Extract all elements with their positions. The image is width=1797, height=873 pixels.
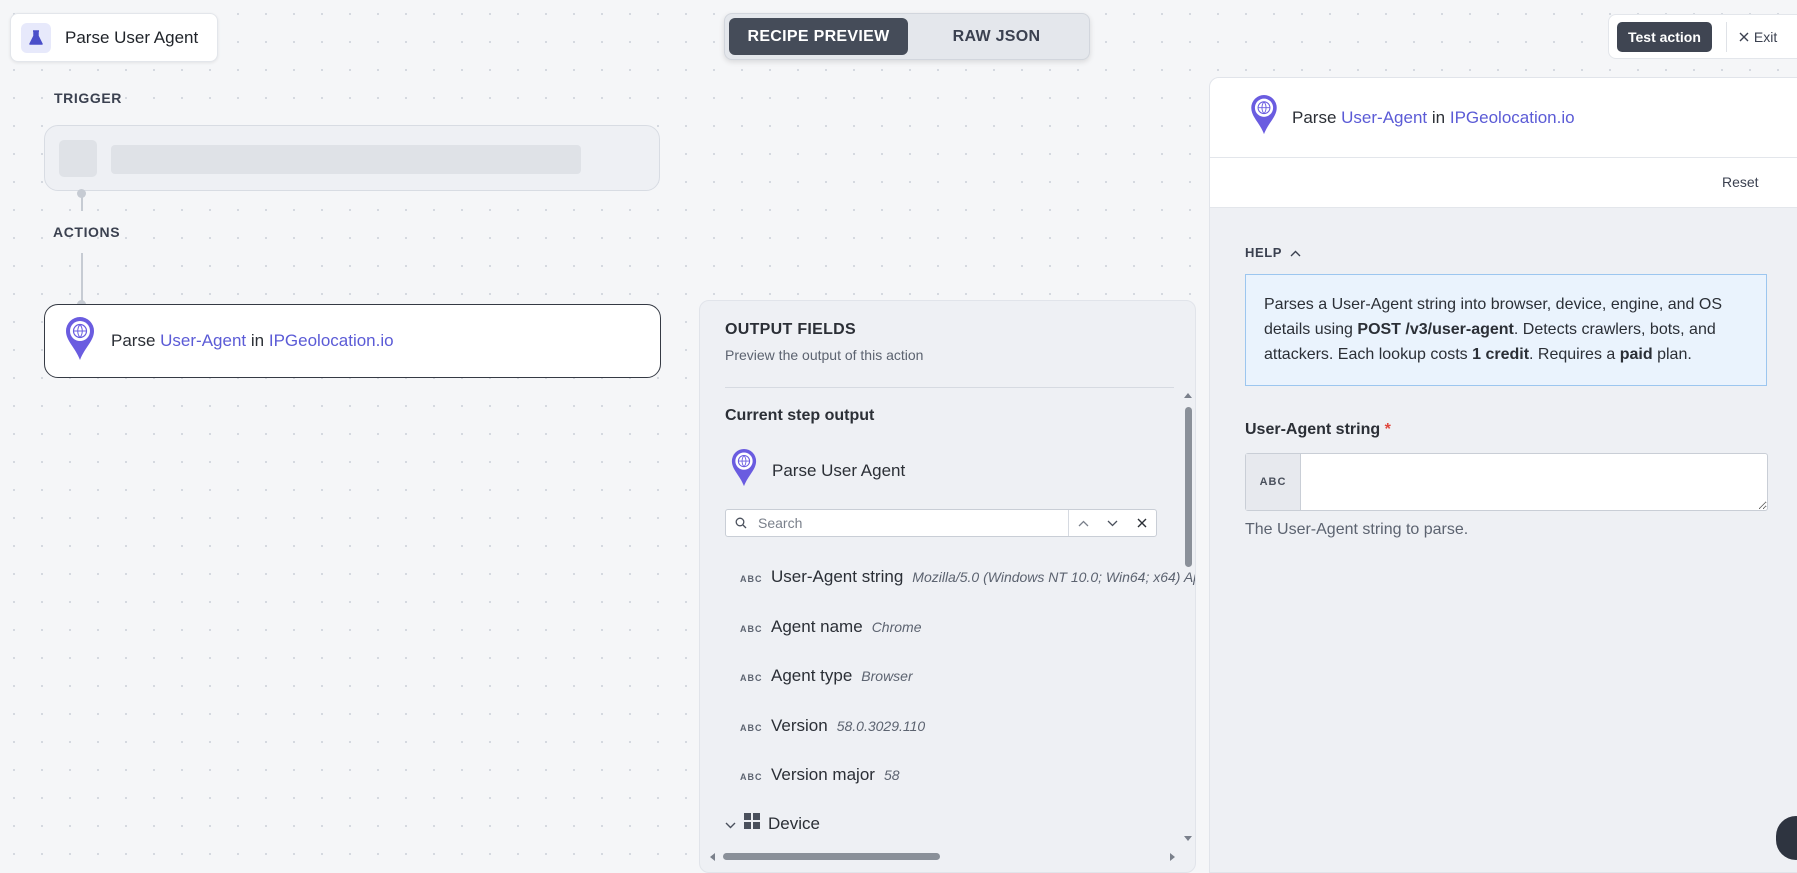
output-search-box xyxy=(725,509,1157,537)
help-toggle[interactable]: HELP xyxy=(1245,245,1301,260)
output-field-row[interactable]: ABC User-Agent string Mozilla/5.0 (Windo… xyxy=(740,567,1195,587)
text-type-icon: ABC xyxy=(740,574,763,584)
text-type-icon: ABC xyxy=(740,673,763,683)
horizontal-scrollbar[interactable] xyxy=(708,849,1178,863)
chevron-down-icon[interactable] xyxy=(725,814,736,834)
field-sample-value: 58.0.3029.110 xyxy=(836,718,926,734)
field-name: Version major xyxy=(771,765,875,784)
location-pin-icon xyxy=(65,316,95,366)
required-mark: * xyxy=(1384,421,1391,438)
output-fields-title: OUTPUT FIELDS xyxy=(725,321,857,338)
connector-line xyxy=(81,253,83,303)
chevron-up-icon[interactable] xyxy=(1068,510,1098,536)
action-config-panel: Parse User-Agent in IPGeolocation.io Res… xyxy=(1209,77,1797,873)
location-pin-icon xyxy=(1250,95,1278,140)
trigger-label: TRIGGER xyxy=(54,90,122,106)
user-agent-input[interactable] xyxy=(1301,454,1767,510)
config-title: Parse User-Agent in IPGeolocation.io xyxy=(1292,107,1575,127)
tab-raw-json[interactable]: RAW JSON xyxy=(908,18,1085,55)
config-object-link[interactable]: User-Agent xyxy=(1341,108,1427,127)
text-type-icon: ABC xyxy=(1246,454,1301,510)
tab-recipe-preview[interactable]: RECIPE PREVIEW xyxy=(729,18,908,55)
field-name: User-Agent string xyxy=(771,567,904,586)
chevron-up-icon xyxy=(1290,245,1301,260)
config-app-link[interactable]: IPGeolocation.io xyxy=(1450,108,1575,127)
output-fields-subtitle: Preview the output of this action xyxy=(725,347,924,363)
close-icon xyxy=(1739,29,1749,45)
search-icon xyxy=(726,517,756,529)
field-sample-value: Mozilla/5.0 (Windows NT 10.0; Win64; x64… xyxy=(912,569,1195,585)
reset-button[interactable]: Reset xyxy=(1722,174,1759,190)
location-pin-icon xyxy=(731,449,757,492)
action-object-link[interactable]: User-Agent xyxy=(160,331,246,350)
help-text-box: Parses a User-Agent string into browser,… xyxy=(1245,274,1767,386)
text-type-icon: ABC xyxy=(740,723,763,733)
action-step-title: Parse User-Agent in IPGeolocation.io xyxy=(111,331,394,350)
field-sample-value: 58 xyxy=(883,767,900,783)
field-name: Version xyxy=(771,716,828,735)
current-step-output-label: Current step output xyxy=(725,407,875,424)
trigger-icon-placeholder xyxy=(59,140,97,177)
config-header: Parse User-Agent in IPGeolocation.io xyxy=(1210,78,1797,158)
output-field-row[interactable]: ABC Agent type Browser xyxy=(740,666,913,686)
user-agent-field-hint: The User-Agent string to parse. xyxy=(1245,521,1469,538)
exit-button[interactable]: Exit xyxy=(1739,29,1777,45)
vertical-scrollbar[interactable] xyxy=(1181,389,1195,847)
step-name: Parse User Agent xyxy=(772,460,906,480)
view-toggle: RECIPE PREVIEW RAW JSON xyxy=(724,13,1090,60)
reset-bar: Reset xyxy=(1210,158,1797,208)
top-right-actions: Test action Exit xyxy=(1608,14,1797,59)
clear-search-icon[interactable] xyxy=(1127,510,1156,536)
actions-label: ACTIONS xyxy=(53,224,121,240)
group-name: Device xyxy=(768,813,820,833)
field-name: Agent type xyxy=(771,666,853,685)
chevron-down-icon[interactable] xyxy=(1098,510,1127,536)
divider xyxy=(725,387,1174,388)
recipe-title-chip: Parse User Agent xyxy=(10,13,219,62)
scrollbar-thumb[interactable] xyxy=(1185,407,1192,567)
scrollbar-thumb[interactable] xyxy=(723,853,940,860)
test-action-button[interactable]: Test action xyxy=(1617,21,1712,52)
field-sample-value: Chrome xyxy=(871,619,922,635)
output-field-row[interactable]: ABC Version major 58 xyxy=(740,765,900,785)
output-fields-panel: OUTPUT FIELDS Preview the output of this… xyxy=(699,300,1196,873)
field-sample-value: Browser xyxy=(861,668,913,684)
recipe-title: Parse User Agent xyxy=(65,27,199,47)
connector-dot xyxy=(77,189,86,198)
user-agent-field: ABC xyxy=(1245,453,1768,511)
exit-label: Exit xyxy=(1753,28,1778,45)
user-agent-field-label: User-Agent string * xyxy=(1245,421,1391,438)
field-name: Agent name xyxy=(771,617,863,636)
output-field-row[interactable]: ABC Version 58.0.3029.110 xyxy=(740,716,925,736)
action-step-card[interactable]: Parse User-Agent in IPGeolocation.io xyxy=(44,304,661,378)
output-search-input[interactable] xyxy=(756,514,1068,532)
trigger-text-placeholder xyxy=(111,145,581,174)
object-type-icon xyxy=(744,813,760,834)
trigger-card[interactable] xyxy=(44,125,660,191)
output-field-row[interactable]: ABC Agent name Chrome xyxy=(740,617,921,637)
step-app-row: Parse User Agent xyxy=(731,449,905,492)
flask-icon xyxy=(21,22,51,53)
text-type-icon: ABC xyxy=(740,772,763,782)
device-group-row[interactable]: Device xyxy=(725,813,820,834)
toolbar-divider xyxy=(1725,21,1727,52)
text-type-icon: ABC xyxy=(740,624,763,634)
action-app-link[interactable]: IPGeolocation.io xyxy=(269,331,394,350)
